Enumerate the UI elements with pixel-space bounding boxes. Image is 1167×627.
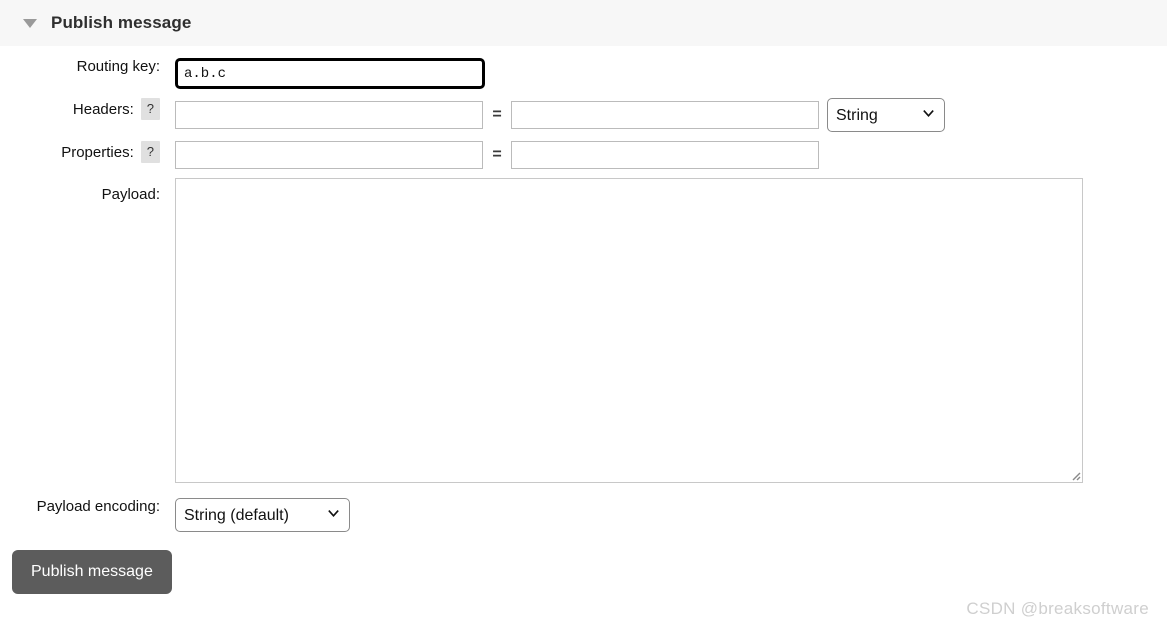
payload-textarea[interactable] <box>175 178 1083 483</box>
headers-equals-sign: = <box>492 106 502 123</box>
properties-label-cell: Properties: ? <box>0 141 160 163</box>
properties-key-input[interactable] <box>175 141 483 169</box>
submit-row: Publish message <box>0 550 1167 594</box>
properties-equals-sign: = <box>492 146 502 163</box>
page-title: Publish message <box>51 13 192 32</box>
properties-field-cell: = <box>160 141 819 169</box>
properties-label: Properties: <box>61 143 134 161</box>
routing-key-label: Routing key: <box>76 58 160 75</box>
payload-row: Payload: <box>0 178 1167 483</box>
payload-textarea-wrap <box>175 178 1083 483</box>
headers-value-input[interactable] <box>511 101 819 129</box>
watermark: CSDN @breaksoftware <box>966 599 1149 618</box>
publish-message-button[interactable]: Publish message <box>12 550 172 594</box>
routing-key-row: Routing key: <box>0 58 1167 89</box>
headers-key-input[interactable] <box>175 101 483 129</box>
routing-key-input[interactable] <box>175 58 485 89</box>
headers-help-icon[interactable]: ? <box>140 98 160 120</box>
headers-type-select-wrap: String <box>827 98 945 132</box>
publish-message-form: Routing key: Headers: ? = String <box>0 46 1167 594</box>
headers-label: Headers: <box>72 100 134 118</box>
payload-encoding-label-cell: Payload encoding: <box>0 498 160 515</box>
triangle-down-icon[interactable] <box>23 18 37 28</box>
payload-label-cell: Payload: <box>0 178 160 203</box>
payload-label: Payload: <box>101 186 160 203</box>
routing-key-label-cell: Routing key: <box>0 58 160 75</box>
properties-row: Properties: ? = <box>0 141 1167 169</box>
properties-value-input[interactable] <box>511 141 819 169</box>
headers-label-cell: Headers: ? <box>0 98 160 120</box>
properties-help-icon[interactable]: ? <box>140 141 160 163</box>
payload-encoding-row: Payload encoding: String (default) <box>0 498 1167 532</box>
payload-encoding-label: Payload encoding: <box>36 498 160 515</box>
payload-encoding-field-cell: String (default) <box>160 498 350 532</box>
payload-field-cell <box>160 178 1083 483</box>
headers-type-select[interactable]: String <box>827 98 945 132</box>
payload-encoding-select[interactable]: String (default) <box>175 498 350 532</box>
routing-key-field-cell <box>160 58 485 89</box>
headers-row: Headers: ? = String <box>0 98 1167 132</box>
headers-field-cell: = String <box>160 98 945 132</box>
payload-encoding-select-wrap: String (default) <box>175 498 350 532</box>
publish-message-section-header[interactable]: Publish message <box>0 0 1167 46</box>
